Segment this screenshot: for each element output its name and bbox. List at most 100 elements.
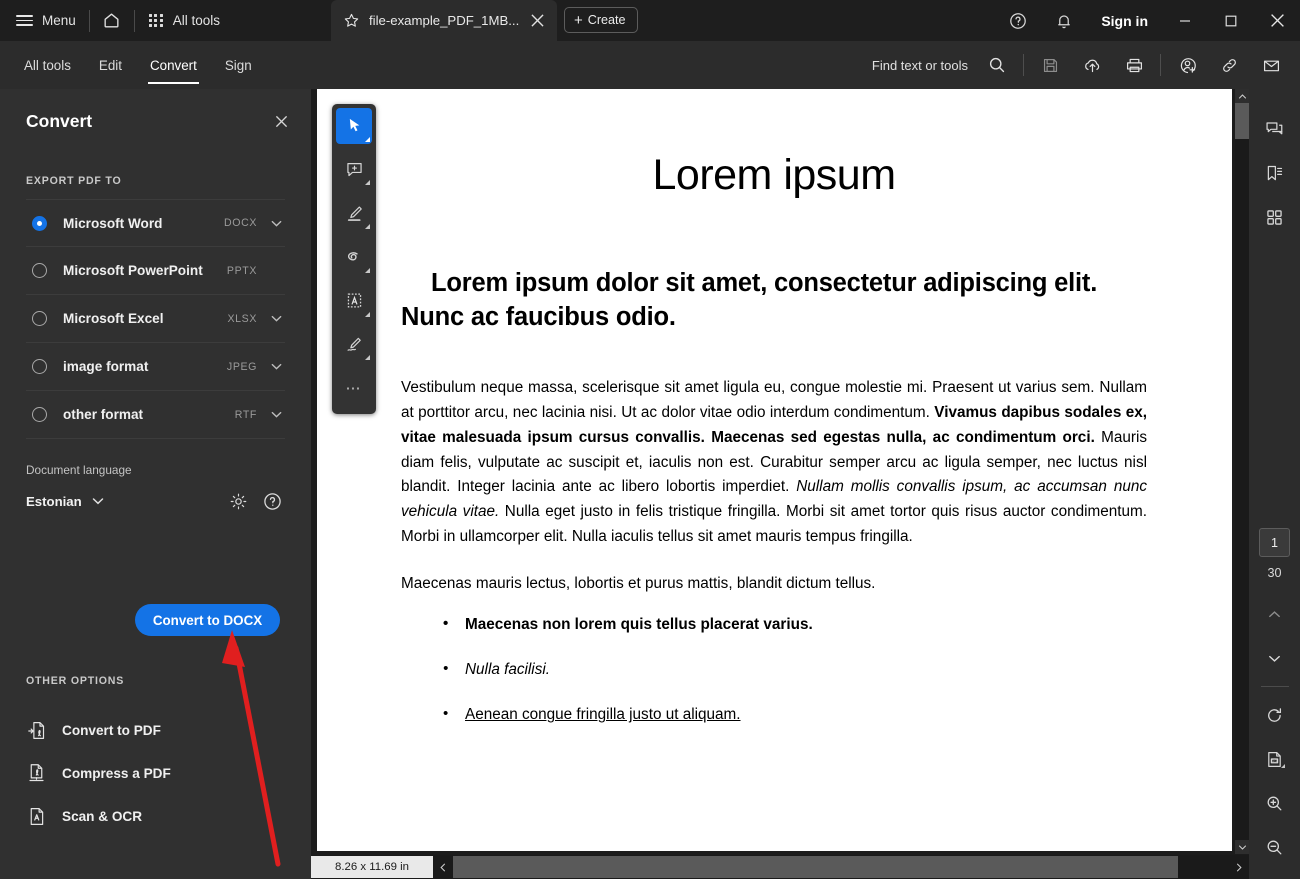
tool-expand-corner[interactable]	[365, 268, 370, 273]
document-language-value[interactable]: Estonian	[26, 494, 82, 509]
other-options-label: OTHER OPTIONS	[26, 675, 124, 687]
current-page-input[interactable]: 1	[1259, 528, 1290, 557]
doc-bullet-item: Aenean congue fringilla justo ut aliquam…	[401, 706, 1147, 724]
tool-expand-corner[interactable]	[365, 137, 370, 142]
radio-excel[interactable]	[32, 311, 47, 326]
highlight-tool-button[interactable]	[336, 195, 372, 231]
next-page-button[interactable]	[1253, 636, 1297, 680]
menu-label: Menu	[42, 13, 76, 28]
star-icon[interactable]	[343, 12, 360, 29]
tool-expand-corner[interactable]	[1281, 764, 1285, 768]
tool-expand-corner[interactable]	[365, 224, 370, 229]
title-bar-left: Menu All tools	[0, 0, 234, 41]
format-label-word: Microsoft Word	[63, 216, 224, 231]
oval-lasso-icon	[344, 247, 365, 268]
tool-expand-corner[interactable]	[365, 355, 370, 360]
share-add-person-button[interactable]	[1166, 41, 1208, 89]
chevron-down-icon[interactable]	[267, 312, 285, 325]
rotate-page-button[interactable]	[1253, 693, 1297, 737]
chevron-right-icon[interactable]	[1229, 855, 1249, 879]
radio-other[interactable]	[32, 407, 47, 422]
tool-expand-corner[interactable]	[365, 180, 370, 185]
previous-page-button[interactable]	[1253, 592, 1297, 636]
panel-close-button[interactable]	[269, 109, 293, 133]
format-option-powerpoint[interactable]: Microsoft PowerPoint PPTX	[26, 247, 285, 295]
copy-link-button[interactable]	[1208, 41, 1250, 89]
chevron-down-icon[interactable]	[267, 360, 285, 373]
horizontal-scroll-track[interactable]	[453, 855, 1229, 879]
other-option-scan-ocr[interactable]: Scan & OCR	[26, 795, 276, 838]
add-comment-icon	[345, 160, 364, 179]
chevron-down-icon[interactable]	[267, 408, 285, 421]
tool-expand-corner[interactable]	[365, 312, 370, 317]
page-size-indicator: 8.26 x 11.69 in	[311, 856, 433, 878]
find-text-or-tools-label[interactable]: Find text or tools	[872, 58, 968, 73]
select-tool-button[interactable]	[336, 108, 372, 144]
chevron-down-icon[interactable]	[267, 217, 285, 230]
create-button[interactable]: + Create	[564, 7, 638, 33]
search-button[interactable]	[976, 41, 1018, 89]
horizontal-scroll-thumb[interactable]	[453, 856, 1178, 878]
title-bar-right: Sign in	[995, 0, 1300, 41]
tab-edit[interactable]: Edit	[85, 41, 136, 89]
comment-tool-button[interactable]	[336, 152, 372, 188]
home-button[interactable]	[90, 0, 134, 41]
other-option-convert-to-pdf[interactable]: Convert to PDF	[26, 709, 276, 752]
export-pdf-to-label: EXPORT PDF TO	[0, 175, 311, 187]
all-tools-label: All tools	[173, 13, 220, 28]
window-close-button[interactable]	[1254, 0, 1300, 41]
sign-tool-button[interactable]	[336, 327, 372, 363]
menu-button[interactable]: Menu	[0, 0, 89, 41]
convert-to-pdf-icon	[26, 720, 62, 741]
scroll-up-button[interactable]	[1235, 89, 1249, 103]
notifications-button[interactable]	[1041, 0, 1087, 41]
actual-size-button[interactable]: 1:1	[1253, 737, 1297, 781]
minimize-button[interactable]	[1162, 0, 1208, 41]
maximize-button[interactable]	[1208, 0, 1254, 41]
upload-button[interactable]	[1071, 41, 1113, 89]
email-button[interactable]	[1250, 41, 1292, 89]
status-bar: 8.26 x 11.69 in	[311, 855, 1249, 879]
sign-in-button[interactable]: Sign in	[1087, 13, 1162, 29]
bookmarks-panel-button[interactable]	[1253, 151, 1297, 195]
pdf-page: Lorem ipsum Lorem ipsum dolor sit amet, …	[317, 89, 1232, 851]
format-option-other[interactable]: other format RTF	[26, 391, 285, 439]
zoom-in-button[interactable]	[1253, 781, 1297, 825]
format-option-excel[interactable]: Microsoft Excel XLSX	[26, 295, 285, 343]
tab-sign[interactable]: Sign	[211, 41, 266, 89]
more-tools-button[interactable]: ⋯	[336, 370, 372, 406]
convert-to-docx-button[interactable]: Convert to DOCX	[135, 604, 280, 636]
save-button[interactable]	[1029, 41, 1071, 89]
tab-convert[interactable]: Convert	[136, 41, 211, 89]
chevron-down-icon[interactable]	[91, 494, 105, 508]
format-ext-image: JPEG	[227, 361, 257, 373]
convert-settings-button[interactable]	[221, 487, 255, 515]
other-option-compress-pdf[interactable]: Compress a PDF	[26, 752, 276, 795]
scroll-down-button[interactable]	[1235, 840, 1249, 854]
help-button[interactable]	[995, 0, 1041, 41]
format-option-image[interactable]: image format JPEG	[26, 343, 285, 391]
vertical-scrollbar[interactable]	[1235, 89, 1249, 854]
thumbnails-panel-button[interactable]	[1253, 195, 1297, 239]
comments-panel-button[interactable]	[1253, 107, 1297, 151]
chevron-left-icon[interactable]	[433, 855, 453, 879]
document-view[interactable]: Lorem ipsum Lorem ipsum dolor sit amet, …	[311, 89, 1249, 879]
radio-word[interactable]	[32, 216, 47, 231]
radio-image[interactable]	[32, 359, 47, 374]
print-button[interactable]	[1113, 41, 1155, 89]
draw-oval-tool-button[interactable]	[336, 239, 372, 275]
all-tools-button[interactable]: All tools	[135, 0, 234, 41]
vertical-scroll-thumb[interactable]	[1235, 103, 1249, 139]
close-icon[interactable]	[525, 9, 549, 33]
grid-squares-icon	[1265, 208, 1284, 227]
convert-help-button[interactable]	[255, 487, 289, 515]
radio-powerpoint[interactable]	[32, 263, 47, 278]
tab-all-tools[interactable]: All tools	[10, 41, 85, 89]
zoom-out-button[interactable]	[1253, 825, 1297, 869]
minimize-icon	[1178, 14, 1192, 28]
document-tab[interactable]: file-example_PDF_1MB...	[331, 0, 557, 41]
mail-icon	[1262, 56, 1281, 75]
hamburger-icon	[16, 15, 33, 26]
text-box-tool-button[interactable]	[336, 283, 372, 319]
format-option-word[interactable]: Microsoft Word DOCX	[26, 199, 285, 247]
